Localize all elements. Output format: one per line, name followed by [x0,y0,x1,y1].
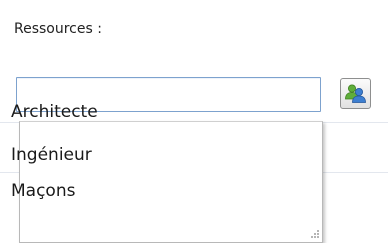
suggestion-item-ingenieur[interactable]: Ingénieur [11,145,92,165]
select-resources-button[interactable] [340,78,371,109]
resize-grip-icon[interactable] [306,226,320,240]
resources-label: Ressources : [14,21,102,37]
suggestion-item-macons[interactable]: Maçons [11,181,75,201]
suggestion-item-architecte[interactable]: Architecte [11,102,98,122]
